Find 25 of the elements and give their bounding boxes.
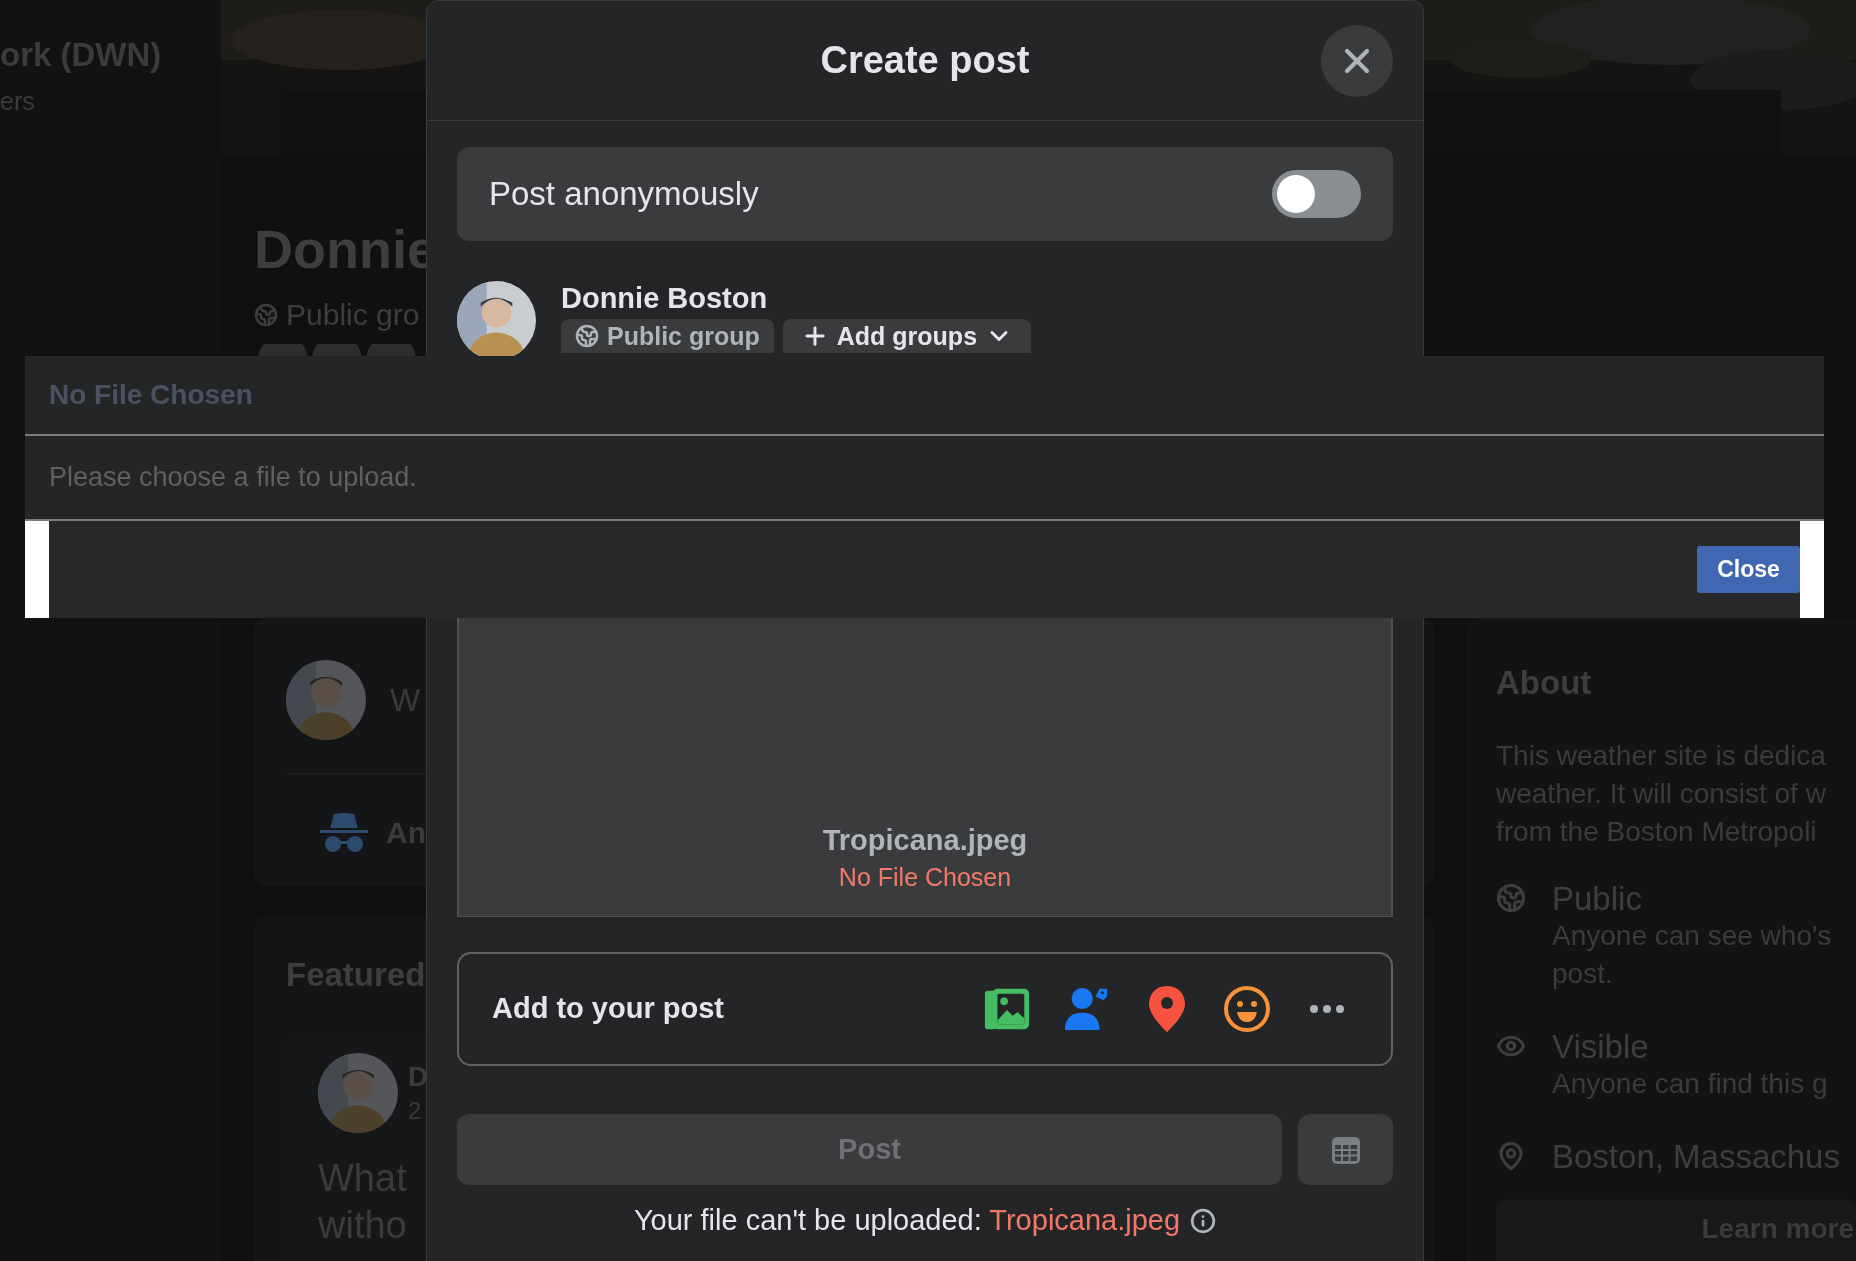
anonymous-toggle[interactable] xyxy=(1272,170,1361,218)
globe-icon xyxy=(1496,883,1526,913)
incognito-icon xyxy=(320,811,368,854)
alert-title: No File Chosen xyxy=(49,378,253,412)
post-button: Post xyxy=(457,1114,1282,1185)
location-pin-icon xyxy=(1496,1141,1526,1171)
add-to-post-label: Add to your post xyxy=(492,991,724,1027)
add-groups-button[interactable]: Add groups xyxy=(782,319,1032,353)
info-icon[interactable] xyxy=(1190,1207,1217,1234)
alert-message: Please choose a file to upload. xyxy=(49,461,417,495)
anonymous-label: Post anonymously xyxy=(489,174,759,215)
more-icon[interactable] xyxy=(1309,1004,1345,1014)
dialog-title: Create post xyxy=(820,38,1030,83)
schedule-button[interactable] xyxy=(1298,1114,1393,1185)
attachment-file-name: Tropicana.jpeg xyxy=(822,823,1028,858)
globe-icon xyxy=(575,324,599,348)
audience-button[interactable]: Public group xyxy=(561,319,774,353)
attachment-status: No File Chosen xyxy=(838,862,1012,892)
author-name: Donnie Boston xyxy=(561,281,769,315)
location-pin-icon[interactable] xyxy=(1147,984,1187,1034)
smiley-icon[interactable] xyxy=(1223,985,1271,1033)
globe-icon xyxy=(254,303,278,327)
upload-error-message: Your file can't be uploaded: Tropicana.jpeg xyxy=(633,1203,1181,1238)
alert-close-button[interactable]: Close xyxy=(1697,546,1800,593)
photo-icon[interactable] xyxy=(983,986,1031,1032)
